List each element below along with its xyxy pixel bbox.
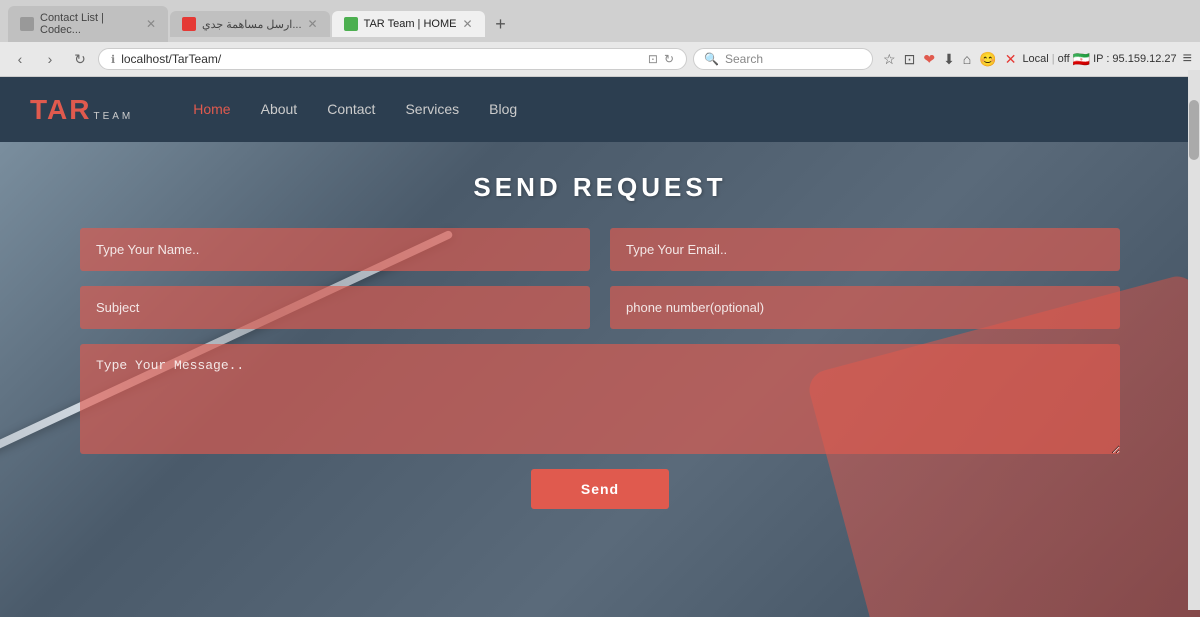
nav-links: Home About Contact Services Blog: [193, 101, 517, 119]
address-bar: ‹ › ↻ ℹ localhost/TarTeam/ ⊡ ↻ 🔍 Search …: [0, 42, 1200, 76]
send-button[interactable]: Send: [531, 469, 669, 509]
refresh-button[interactable]: ↻: [68, 47, 92, 71]
forward-button[interactable]: ›: [38, 47, 62, 71]
email-input[interactable]: [610, 228, 1120, 271]
tab-label-3: TAR Team | HOME: [364, 18, 457, 30]
nav-home[interactable]: Home: [193, 101, 230, 117]
tab-close-1[interactable]: ✕: [146, 17, 156, 31]
local-indicator: Local | off 🇮🇷 IP : 95.159.12.27: [1022, 51, 1176, 68]
subject-input[interactable]: [80, 286, 590, 329]
browser-menu-button[interactable]: ≡: [1183, 50, 1192, 68]
name-input[interactable]: [80, 228, 590, 271]
tab-close-2[interactable]: ✕: [308, 17, 318, 31]
url-text: localhost/TarTeam/: [121, 52, 642, 66]
browser-icons: ☆ ⊡ ❤ ⬇ ⌂ 😊 ✕: [883, 51, 1016, 68]
tab-favicon-2: [182, 17, 196, 31]
ip-address: IP : 95.159.12.27: [1093, 53, 1177, 65]
nav-services[interactable]: Services: [405, 101, 459, 117]
nav-blog[interactable]: Blog: [489, 101, 517, 117]
separator: |: [1052, 53, 1055, 65]
navbar: TAR TEAM Home About Contact Services Blo…: [0, 77, 1200, 142]
local-label: Local: [1022, 53, 1048, 65]
message-textarea[interactable]: [80, 344, 1120, 454]
reader-icon: ⊡: [648, 52, 658, 66]
form-container: SEND REQUEST Send: [0, 142, 1200, 539]
close-x-icon[interactable]: ✕: [1005, 51, 1017, 68]
browser-chrome: Contact List | Codec... ✕ ارسل مساهمة جد…: [0, 0, 1200, 77]
nav-about[interactable]: About: [261, 101, 298, 117]
nav-contact[interactable]: Contact: [327, 101, 375, 117]
tab-tar-home[interactable]: TAR Team | HOME ✕: [332, 11, 485, 37]
tab-close-3[interactable]: ✕: [462, 17, 472, 31]
new-tab-button[interactable]: +: [487, 10, 515, 38]
section-title: SEND REQUEST: [80, 172, 1120, 203]
search-placeholder: Search: [725, 52, 763, 66]
tab-bar: Contact List | Codec... ✕ ارسل مساهمة جد…: [0, 0, 1200, 42]
contact-section: SEND REQUEST Send: [0, 142, 1200, 617]
off-label: off: [1058, 53, 1070, 65]
emoji-icon[interactable]: 😊: [979, 51, 996, 68]
tab-label-2: ارسل مساهمة جدي...: [202, 18, 302, 31]
pocket-icon[interactable]: ❤: [923, 51, 935, 68]
logo-team: TEAM: [93, 111, 133, 122]
bookmark-icon[interactable]: ☆: [883, 51, 896, 68]
form-row-1: [80, 228, 1120, 271]
website: TAR TEAM Home About Contact Services Blo…: [0, 77, 1200, 617]
form-row-2: [80, 286, 1120, 329]
tab-contact-list[interactable]: Contact List | Codec... ✕: [8, 6, 168, 42]
reader-view-icon[interactable]: ⊡: [904, 51, 916, 68]
logo-tar: TAR: [30, 94, 91, 126]
download-icon[interactable]: ⬇: [943, 51, 955, 68]
tab-label-1: Contact List | Codec...: [40, 12, 140, 36]
tab-arabic[interactable]: ارسل مساهمة جدي... ✕: [170, 11, 330, 37]
search-bar[interactable]: 🔍 Search: [693, 48, 873, 70]
flag-icon: 🇮🇷: [1073, 51, 1090, 68]
reload-icon: ↻: [664, 52, 674, 66]
site-logo: TAR TEAM: [30, 94, 133, 126]
tab-favicon-3: [344, 17, 358, 31]
home-icon[interactable]: ⌂: [963, 51, 971, 67]
tab-favicon-1: [20, 17, 34, 31]
phone-input[interactable]: [610, 286, 1120, 329]
url-bar[interactable]: ℹ localhost/TarTeam/ ⊡ ↻: [98, 48, 687, 70]
back-button[interactable]: ‹: [8, 47, 32, 71]
secure-icon: ℹ: [111, 53, 115, 66]
search-icon: 🔍: [704, 52, 719, 66]
